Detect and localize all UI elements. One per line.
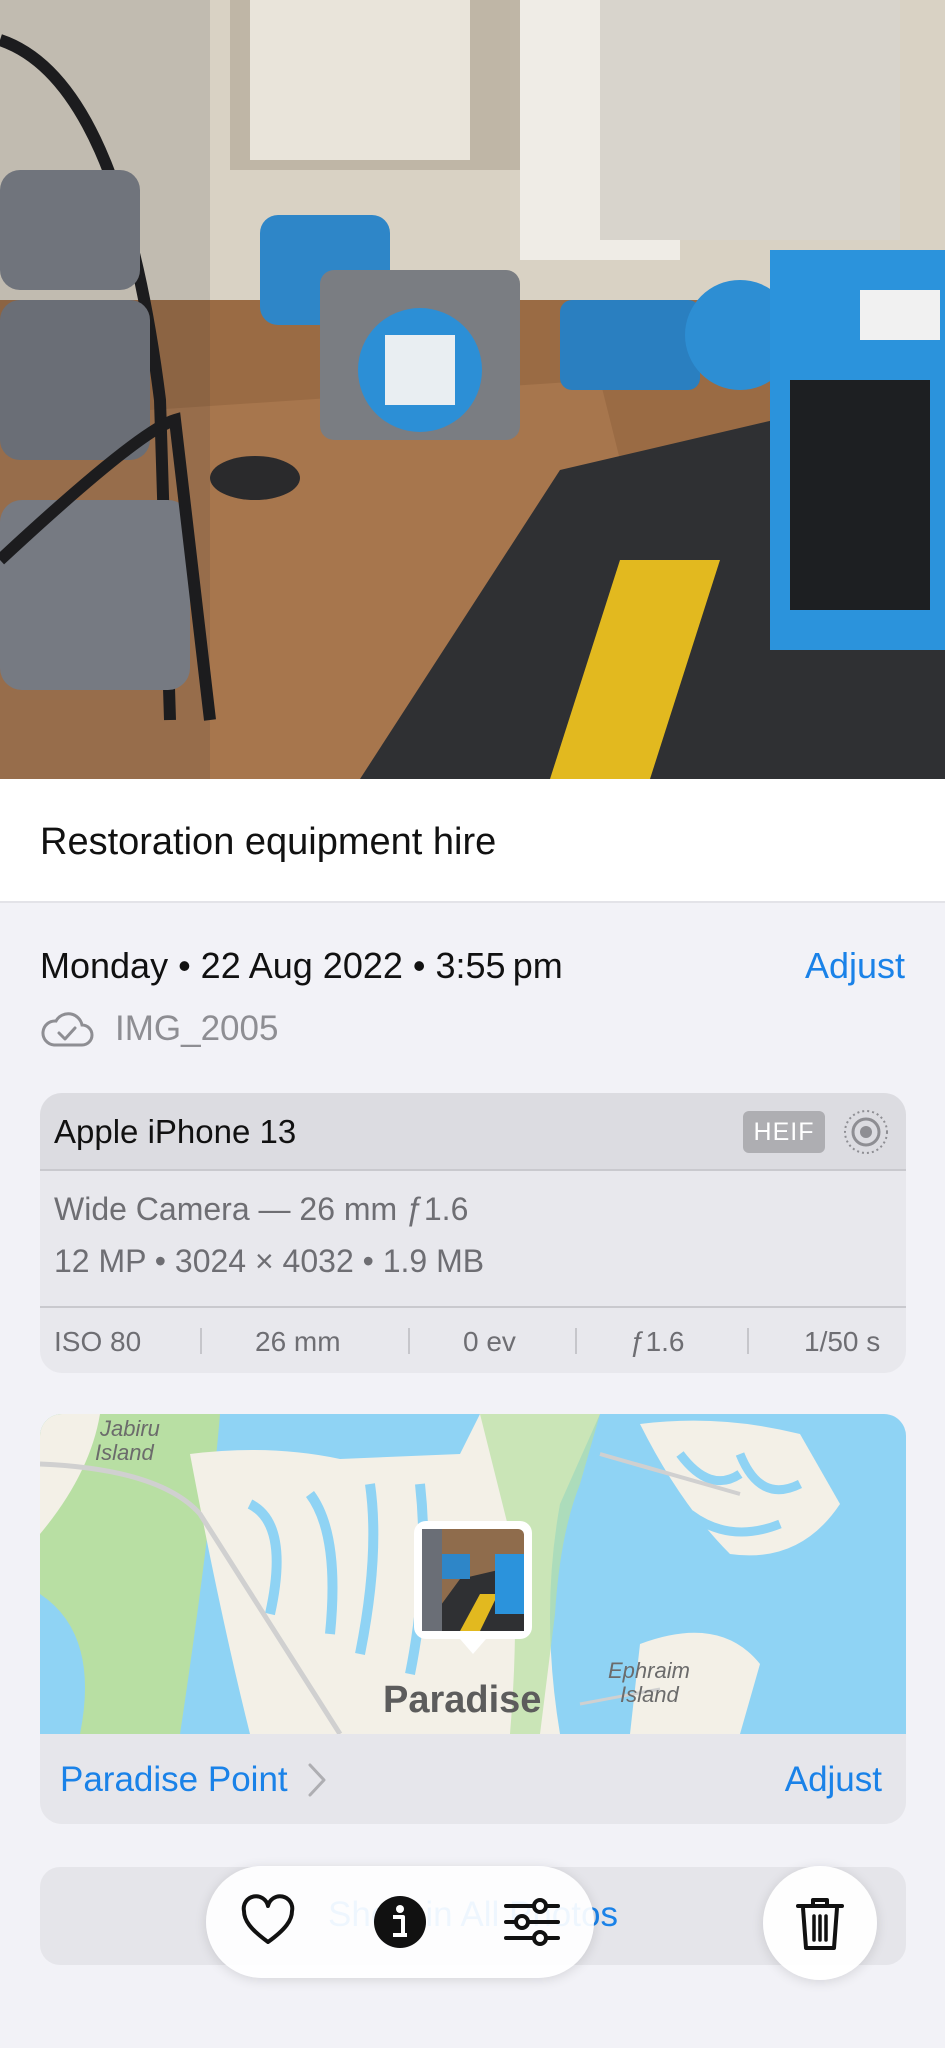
exif-exposure: 0 ev (463, 1326, 516, 1357)
camera-info-card: Apple iPhone 13 HEIF Wide Camera — 26 mm… (40, 1093, 906, 1373)
photo-map-pin[interactable] (414, 1521, 532, 1654)
lens-info: Wide Camera — 26 mm ƒ1.6 (54, 1191, 469, 1227)
adjust-date-button[interactable]: Adjust (805, 945, 905, 987)
exif-divider (200, 1328, 202, 1354)
exif-row: ISO 80 26 mm 0 ev ƒ1.6 1/50 s (40, 1306, 906, 1373)
exif-divider (575, 1328, 577, 1354)
map-label-ephraim-line2: Island (620, 1682, 679, 1707)
photo-caption[interactable]: Restoration equipment hire (40, 821, 496, 864)
heart-icon[interactable] (238, 1892, 298, 1952)
exif-shutter: 1/50 s (804, 1326, 881, 1357)
camera-model: Apple iPhone 13 (54, 1113, 297, 1150)
map-label-paradise: Paradise (383, 1679, 541, 1721)
exif-divider (747, 1328, 749, 1354)
file-name: IMG_2005 (115, 1009, 279, 1048)
location-card: Jabiru Island Paradise Ephraim Island Pa… (40, 1414, 906, 1824)
location-link[interactable]: Paradise Point (60, 1760, 288, 1800)
format-badge: HEIF (743, 1111, 825, 1153)
trash-icon (796, 1898, 844, 1950)
file-row: IMG_2005 (40, 1005, 440, 1055)
image-specs: 12 MP • 3024 × 4032 • 1.9 MB (54, 1243, 485, 1279)
location-footer: Paradise Point Adjust (40, 1734, 906, 1824)
map-label-jabiru-line2: Island (95, 1440, 154, 1465)
bottom-toolbar (206, 1866, 594, 1978)
photo-image (0, 0, 945, 779)
live-photo-icon[interactable] (842, 1108, 890, 1156)
capture-date: Monday • 22 Aug 2022 • 3:55 pm (40, 945, 563, 986)
camera-header: Apple iPhone 13 HEIF (40, 1093, 906, 1171)
map-label-ephraim-line1: Ephraim (608, 1658, 690, 1683)
caption-section[interactable]: Restoration equipment hire (0, 779, 945, 903)
exif-divider (408, 1328, 410, 1354)
location-map[interactable]: Jabiru Island Paradise Ephraim Island (40, 1414, 906, 1734)
exif-aperture: ƒ1.6 (630, 1326, 685, 1357)
exif-focal-length: 26 mm (255, 1326, 341, 1357)
sliders-icon[interactable] (502, 1892, 562, 1952)
cloud-check-icon (41, 1012, 94, 1047)
exif-iso: ISO 80 (54, 1326, 142, 1357)
info-icon[interactable] (370, 1892, 430, 1952)
delete-button[interactable] (763, 1866, 877, 1980)
chevron-right-icon (308, 1763, 326, 1797)
photo-preview[interactable] (0, 0, 945, 779)
adjust-location-button[interactable]: Adjust (785, 1760, 882, 1800)
date-row: Monday • 22 Aug 2022 • 3:55 pm Adjust (40, 945, 905, 995)
map-label-jabiru-line1: Jabiru (99, 1416, 160, 1441)
